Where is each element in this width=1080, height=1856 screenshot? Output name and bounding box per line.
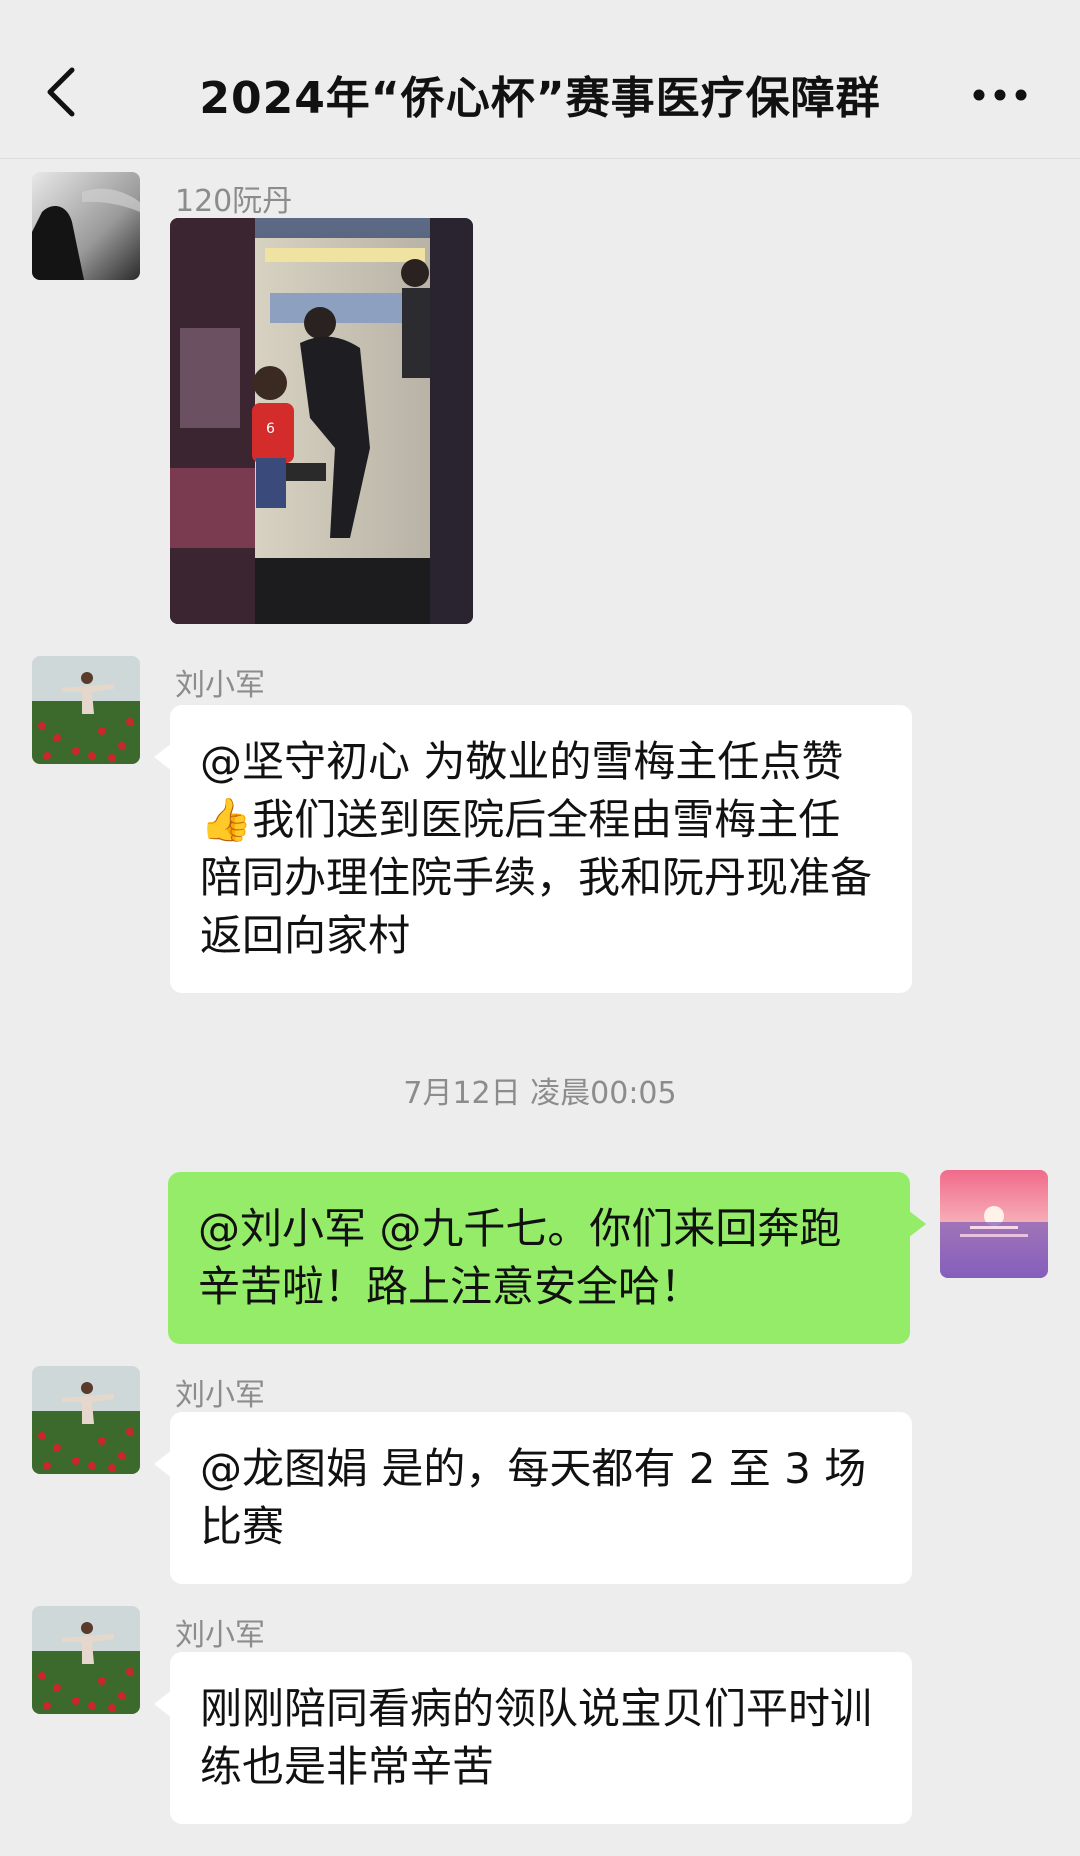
sender-name: 刘小军 [175,668,265,703]
timestamp: 7月12日 凌晨00:05 [403,1076,677,1111]
chevron-left-icon[interactable] [40,62,80,122]
chat-header: 2024年“侨心杯”赛事医疗保障群 [0,0,1080,159]
message-bubble[interactable]: @龙图娟 是的，每天都有 2 至 3 场比赛 [154,1412,912,1584]
message-bubble[interactable]: 刚刚陪同看病的领队说宝贝们平时训练也是非常辛苦 [154,1652,912,1824]
avatar[interactable] [32,1606,140,1714]
message-bubble[interactable]: @刘小军 @九千七。你们来回奔跑 辛苦啦！路上注意安全哈！ [168,1172,926,1344]
message-bubble[interactable]: @坚守初心 为敬业的雪梅主任点赞👍我们送到医院后全程由雪梅主任陪同办理住院手续，… [154,705,912,993]
avatar[interactable] [940,1170,1048,1278]
sender-name: 120阮丹 [175,184,293,219]
message-text: @刘小军 @九千七。你们来回奔跑 辛苦啦！路上注意安全哈！ [198,1204,842,1311]
avatar[interactable] [32,172,140,280]
avatar[interactable] [32,656,140,764]
sender-name: 刘小军 [175,1618,265,1653]
message-text: @坚守初心 为敬业的雪梅主任点赞👍我们送到医院后全程由雪梅主任陪同办理住院手续，… [200,737,873,960]
avatar[interactable] [32,1366,140,1474]
message-text: 刚刚陪同看病的领队说宝贝们平时训练也是非常辛苦 [200,1684,873,1791]
image-message[interactable]: 6 [170,218,473,624]
svg-text:6: 6 [266,421,275,437]
chat-title: 2024年“侨心杯”赛事医疗保障群 [199,73,881,124]
sender-name: 刘小军 [175,1378,265,1413]
message-text: @龙图娟 是的，每天都有 2 至 3 场比赛 [200,1444,867,1551]
more-dots-icon[interactable] [972,88,1028,102]
